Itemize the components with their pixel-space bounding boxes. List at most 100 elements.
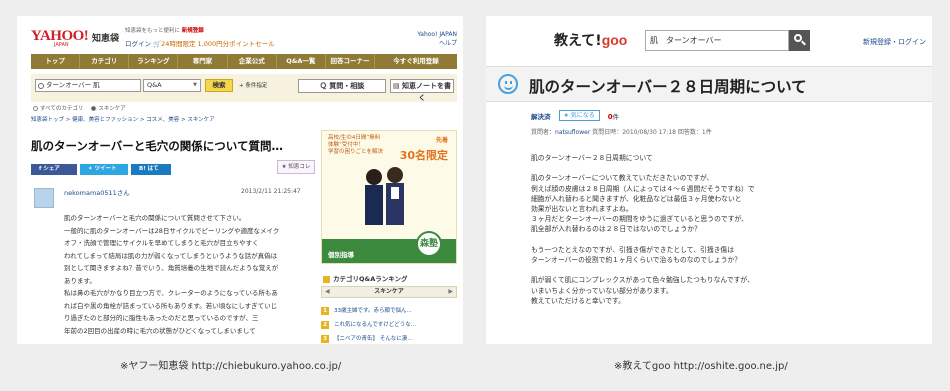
favorite-button[interactable]: ★ 気になる [558,110,600,121]
ranking-item[interactable]: 1 33歳主婦です。赤ら顔で悩ん... [321,304,457,318]
question-title: 肌のターンオーバーと毛穴の関係について質問… [31,139,283,153]
register-link[interactable]: 新規登録 [182,28,204,34]
body-paragraph: 肌のターンオーバー２８日周期について [531,153,926,163]
yahoo-japan-link[interactable]: Yahoo! JAPAN [417,30,457,39]
ranking-item[interactable]: 2 これ気になるんですけどどうな... [321,318,457,332]
yahoo-logo-sub: JAPAN [54,42,69,48]
question-title: 肌のターンオーバー２８日周期について [529,78,807,96]
smile-eye [510,81,512,84]
question-meta: 質問者：natsuflower 質問日時：2010/08/30 17:18 回答… [531,127,712,136]
twitter-share-label: ツイート [94,166,117,172]
search-icon-handle [801,40,806,46]
nav-register[interactable]: 今すぐ利用登録 [375,54,457,69]
ranking-header: カテゴリQ&Aランキング [321,270,457,286]
chiebukuro-brand[interactable]: 知恵袋 [92,31,119,44]
chevron-down-icon: ▼ [193,82,197,88]
radio-icon [33,106,38,111]
question-date: 2013/2/11 21:25:47 [241,188,301,195]
question-body: 肌のターンオーバー２８日周期について 肌のターンオーバーについて教えていただきた… [531,153,926,316]
body-line: 一般的に肌のターンオーバーは28日サイクルでピーリングや適度なメイク [64,226,280,235]
avatar[interactable] [34,188,54,208]
chie-kore-button[interactable]: ★ 知恵コレ [277,160,315,174]
nav-qa-list[interactable]: Q&A一覧 [277,54,326,69]
smile-mouth [504,85,513,90]
search-icon [38,83,44,89]
help-link[interactable]: ヘルプ [417,39,457,48]
smile-eye [505,81,507,84]
search-input-value: 肌 ターンオーバー [650,36,722,45]
ranking-item-text: 【ニベアの青缶】 そんなに凄... [334,336,413,342]
nav-top[interactable]: トップ [31,54,81,69]
radio-skincare[interactable]: スキンケア [91,104,126,112]
points-sale-link[interactable]: 🛒24時間限定 1,000円分ポイントセール [153,40,275,48]
chevron-right-icon[interactable]: ▶ [448,287,453,297]
body-line: 例えば顔の皮膚は２８日周期（人によっては４～６週間だそうですね）で [531,184,755,193]
ask-question-button[interactable]: Ｑ 質問・相談 [298,79,386,93]
ranking-item[interactable]: 3 【ニベアの青缶】 そんなに凄... [321,332,457,344]
rank-number: 1 [321,307,329,315]
goo-logo[interactable]: 教えて!goo [554,30,627,50]
body-line: 年前の2回目の出産の時に毛穴の状態がひどくなってしまいまして [64,326,256,335]
questioner-name[interactable]: nekomama0511さん [64,187,130,197]
body-line: ターンオーバーの役割で約１ヶ月くらいで治るものなのでしょうか？ [531,256,742,264]
facebook-share-label: シェア [43,166,60,172]
ranking-tab-selector[interactable]: ◀ スキンケア ▶ [321,286,457,298]
body-line: オフ・洗顔で管理にサイクルを早めてしまうと毛穴が目立ちやすく [64,239,259,247]
register-login-link[interactable]: 新規登録・ログイン [863,37,926,47]
write-note-label: 知恵ノートを書く [402,82,452,102]
body-line: 肌全部が入れ替わるのは２８日ではないのでしょうか？ [531,225,701,234]
nav-ranking[interactable]: ランキング [129,54,179,69]
login-row: ログイン 🛒24時間限定 1,000円分ポイントセール [125,38,275,48]
radio-all-categories[interactable]: すべてのカテゴリ [33,104,83,112]
search-input-value: ターンオーバー 肌 [46,81,100,89]
nav-official[interactable]: 企業公式 [228,54,277,69]
facebook-share-button[interactable]: f シェア [31,164,77,175]
write-note-button[interactable]: ▤ 知恵ノートを書く [390,79,454,102]
body-paragraph: 肌が弱くて肌にコンプレックスがあって色々勉強したつもりなんですが、 いまいちよく… [531,275,926,306]
nav-experts[interactable]: 専門家 [178,54,228,69]
nav-category[interactable]: カテゴリ [80,54,130,69]
chevron-left-icon[interactable]: ◀ [325,287,330,297]
questioner-name[interactable]: natsuflower [555,129,590,136]
share-buttons: f シェア ✦ ツイート B! はてブ [31,164,171,183]
body-line: われてしまって結局は肌の力が弱くなってしまうというような話が真偽は [64,251,278,260]
promo-line: 知恵袋をもっと便利に [125,28,181,34]
star-icon: ★ [281,164,287,170]
header-right-links: Yahoo! JAPAN ヘルプ [417,30,457,48]
ranking-title: カテゴリQ&Aランキング [333,275,408,283]
body-line: 別として聞きますよね？昔でいう、角質培養の生地で読んだような覚えが [64,264,279,272]
body-line: 効果が出ないと言われますよね。 [531,205,633,213]
body-line: 肌が弱くて肌にコンプレックスがあって色々勉強したつもりなんですが、 [531,276,754,285]
login-link[interactable]: ログイン [125,40,151,48]
goo-header: 教えて!goo 肌 ターンオーバー 新規登録・ログイン [486,16,932,52]
nav-answer-corner[interactable]: 回答コーナー [326,54,376,69]
breadcrumb[interactable]: 知恵袋トップ > 健康、美容とファッション > コスメ、美容 > スキンケア [31,115,215,123]
yahoo-header: YAHOO! JAPAN 知恵袋 知恵袋をもっと便利に 新規登録 ログイン 🛒2… [17,16,463,52]
ranking-list: 1 33歳主婦です。赤ら顔で悩ん... 2 これ気になるんですけどどうな... 3 【… [321,304,457,344]
search-scope-select[interactable]: Q&A ▼ [143,79,201,92]
body-line: 私は鼻の毛穴がかなり目立つ方で、クレーターのようになっている所もあ [64,289,278,297]
conditions-link[interactable]: + 条件指定 [239,81,267,89]
hatena-bookmark-button[interactable]: B! はてブ [131,164,171,183]
body-paragraph: 肌のターンオーバーについて教えていただきたいのですが、 例えば顔の皮膚は２８日周… [531,173,926,234]
smile-icon [498,74,518,94]
ad-people-image [365,167,404,225]
radio-skincare-label: スキンケア [98,106,126,112]
search-input[interactable]: 肌 ターンオーバー [645,30,789,51]
body-line: り過ぎたのと部分的に脂性もあったのだと思っているのですが、三 [64,314,259,322]
search-scope-value: Q&A [147,81,162,89]
body-line: 細胞が入れ替わると聞きますが、化粧品などは最低３ヶ月使わないと [531,194,742,203]
chie-kore-label: 知恵コレ [288,164,311,170]
body-line: 肌のターンオーバー２８日周期について [531,154,653,162]
ad-line-2: 体験”受付中！ [328,142,364,148]
search-input[interactable]: ターンオーバー 肌 [35,79,141,92]
rank-number: 2 [321,321,329,329]
rank-number: 3 [321,335,329,343]
twitter-share-button[interactable]: ✦ ツイート [80,164,128,175]
note-icon: ▤ [392,82,400,90]
advertisement-banner[interactable]: 高校/生の4日間”無料 体験”受付中！ 学習の困りごとを解決 先着 30名限定 … [321,130,457,264]
ranking-item-text: 33歳主婦です。赤ら顔で悩ん... [334,308,412,314]
search-button[interactable]: 検索 [205,79,233,92]
radio-all-label: すべてのカテゴリ [40,106,84,112]
search-button[interactable] [789,30,810,51]
